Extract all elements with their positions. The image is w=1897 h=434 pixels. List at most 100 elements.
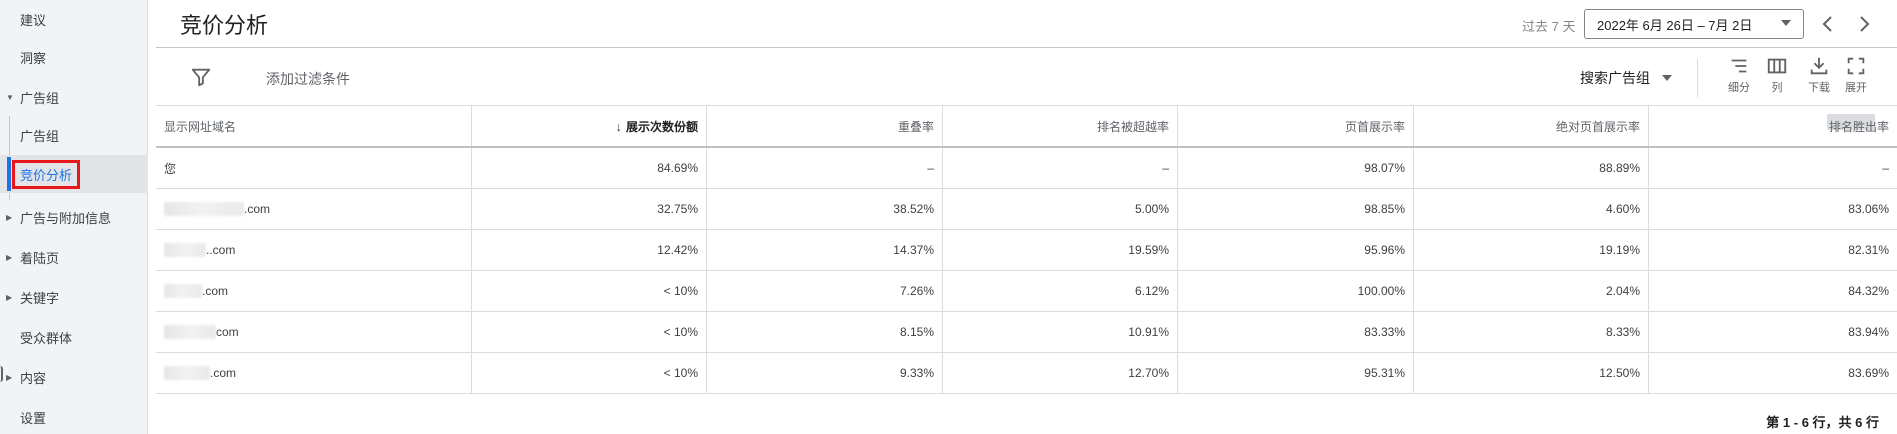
caret-right-icon: ▶ <box>6 372 13 382</box>
domain-cell: .com <box>156 353 472 393</box>
metric-cell: 5.00% <box>943 189 1178 229</box>
sidebar-item-ad-groups-group[interactable]: ▼ 广告组 <box>0 78 148 116</box>
metric-cell: 95.31% <box>1178 353 1414 393</box>
metric-cell: 84.69% <box>472 148 707 188</box>
metric-cell: 88.89% <box>1414 148 1649 188</box>
caret-down-icon: ▼ <box>6 92 14 102</box>
column-header-abs-top-rate[interactable]: 绝对页首展示率 <box>1414 106 1649 146</box>
metric-cell: 2.04% <box>1414 271 1649 311</box>
sort-arrow-down-icon: ↓ <box>615 118 622 134</box>
table-row: .com < 10% 9.33% 12.70% 95.31% 12.50% 83… <box>156 353 1897 394</box>
columns-button[interactable]: 列 <box>1757 55 1797 101</box>
sidebar-item-suggestions[interactable]: 建议 <box>0 0 148 38</box>
domain-cell: .com <box>156 189 472 229</box>
tool-label: 列 <box>1771 82 1783 94</box>
metric-cell: < 10% <box>472 312 707 352</box>
table-row: com < 10% 8.15% 10.91% 83.33% 8.33% 83.9… <box>156 312 1897 353</box>
sidebar-item-landing-pages[interactable]: ▶ 着陆页 <box>0 238 148 276</box>
metric-cell: 84.32% <box>1848 284 1889 298</box>
metric-cell: < 10% <box>472 353 707 393</box>
metric-cell: – <box>943 148 1178 188</box>
domain-text: .com <box>244 202 271 216</box>
column-header-domain[interactable]: 显示网址域名 <box>156 106 472 146</box>
redacted-domain <box>164 284 202 298</box>
sidebar-item-label: 设置 <box>20 410 47 426</box>
segment-select-label: 搜索广告组 <box>1580 70 1650 86</box>
sidebar-item-content[interactable]: ▶ 内容 <box>0 358 148 396</box>
column-header-impression-share[interactable]: ↓ 展示次数份额 <box>472 106 707 146</box>
metric-cell: 14.37% <box>707 230 943 270</box>
metric-cell: 83.06% <box>1848 202 1889 216</box>
download-button[interactable]: 下载 <box>1799 55 1839 101</box>
sidebar-item-insights[interactable]: 洞察 <box>0 38 148 76</box>
sidebar-item-ads-extensions[interactable]: ▶ 广告与附加信息 <box>0 198 148 236</box>
sidebar-item-keywords[interactable]: ▶ 关键字 <box>0 278 148 316</box>
caret-right-icon: ▶ <box>6 252 13 262</box>
table-toolbar: 添加过滤条件 搜索广告组 细分 列 下载 展开 <box>156 49 1897 106</box>
add-filter-button[interactable]: 添加过滤条件 <box>266 69 350 89</box>
sidebar-item-label: 广告与附加信息 <box>20 210 112 226</box>
sidebar-item-label: 建议 <box>20 12 47 28</box>
dropdown-arrow-icon <box>1781 20 1791 26</box>
segment-button[interactable]: 细分 <box>1719 55 1759 101</box>
table-row: ..com 12.42% 14.37% 19.59% 95.96% 19.19%… <box>156 230 1897 271</box>
metric-cell: 19.59% <box>943 230 1178 270</box>
edge-marker <box>0 366 3 382</box>
redacted-domain <box>164 202 244 216</box>
sidebar-item-settings[interactable]: 设置 <box>0 398 148 434</box>
metric-cell: 10.91% <box>943 312 1178 352</box>
metric-cell: 12.50% <box>1414 353 1649 393</box>
column-header-label: 显示网址域名 <box>164 119 237 134</box>
column-header-overlap-rate[interactable]: 重叠率 <box>707 106 943 146</box>
metric-cell: 9.33% <box>707 353 943 393</box>
pagination-count: 第 1 - 6 行，共 6 行 <box>1766 415 1879 430</box>
date-range-select[interactable]: 2022年 6月 26日 – 7月 2日 <box>1584 9 1804 39</box>
metric-cell: 82.31% <box>1848 243 1889 257</box>
toolbar-divider <box>1697 59 1698 97</box>
metric-cell: 100.00% <box>1178 271 1414 311</box>
fullscreen-button[interactable]: 展开 <box>1836 55 1876 101</box>
metric-cell: 12.42% <box>472 230 707 270</box>
segment-select[interactable]: 搜索广告组 <box>1580 68 1672 88</box>
page-title: 竞价分析 <box>180 13 269 38</box>
tool-label: 展开 <box>1845 82 1867 94</box>
sidebar-item-label: 广告组 <box>20 90 60 106</box>
metric-cell: 4.60% <box>1414 189 1649 229</box>
download-icon <box>1810 57 1828 75</box>
column-header-position-above-rate[interactable]: 排名被超越率 <box>943 106 1178 146</box>
redacted-domain <box>164 325 216 339</box>
filter-icon[interactable] <box>190 66 212 88</box>
segment-icon <box>1731 59 1747 73</box>
metric-cell: 8.33% <box>1414 312 1649 352</box>
table-row: 您 84.69% – – 98.07% 88.89% – <box>156 148 1897 189</box>
sidebar-item-label: 着陆页 <box>20 250 60 266</box>
metric-cell: 8.15% <box>707 312 943 352</box>
caret-right-icon: ▶ <box>6 212 13 222</box>
metric-cell: 19.19% <box>1414 230 1649 270</box>
table-row: .com 32.75% 38.52% 5.00% 98.85% 4.60% 83… <box>156 189 1897 230</box>
chevron-left-icon[interactable] <box>1816 12 1840 36</box>
metric-cell: 12.70% <box>943 353 1178 393</box>
sidebar-item-auction-insights[interactable]: 竞价分析 <box>0 155 148 193</box>
chevron-right-icon[interactable] <box>1852 12 1876 36</box>
sidebar-nav: 建议 洞察 ▼ 广告组 广告组 竞价分析 ▶ 广告与附加信息 ▶ 着陆页 ▶ 关… <box>0 0 148 434</box>
column-header-outranking-share[interactable]: 排名胜出率 <box>1649 106 1897 146</box>
domain-cell: 您 <box>156 148 472 188</box>
metric-cell: 83.33% <box>1178 312 1414 352</box>
tool-label: 细分 <box>1728 82 1750 94</box>
domain-cell: com <box>156 312 472 352</box>
columns-icon <box>1767 58 1787 74</box>
column-header-top-of-page-rate[interactable]: 页首展示率 <box>1178 106 1414 146</box>
column-header-label: 绝对页首展示率 <box>1555 119 1640 134</box>
sidebar-item-audiences[interactable]: 受众群体 <box>0 318 148 356</box>
sidebar-item-ad-groups[interactable]: 广告组 <box>0 116 148 154</box>
column-header-label: 排名胜出率 <box>1828 119 1889 134</box>
metric-cell: 83.94% <box>1848 325 1889 339</box>
column-header-label: 排名被超越率 <box>1096 119 1169 134</box>
column-header-label: 展示次数份额 <box>625 119 698 134</box>
metric-cell: 98.85% <box>1178 189 1414 229</box>
sidebar-item-label: 受众群体 <box>20 330 73 346</box>
tool-label: 下载 <box>1808 82 1830 94</box>
caret-right-icon: ▶ <box>6 292 13 302</box>
domain-text: 您 <box>164 161 177 176</box>
